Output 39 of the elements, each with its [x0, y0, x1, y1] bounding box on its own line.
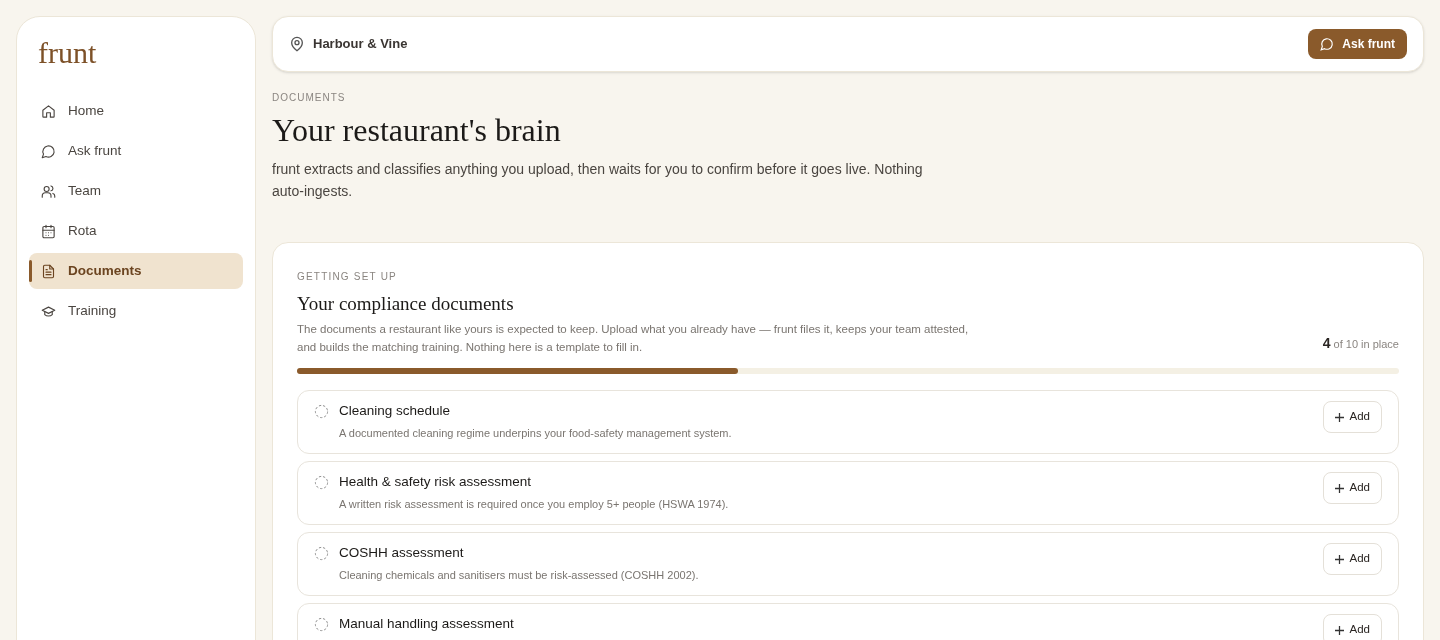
document-description: A documented cleaning regime underpins your food-safety management system.	[339, 426, 732, 441]
add-button[interactable]: Add	[1322, 543, 1382, 575]
document-description: A written risk assessment is required once you employ 5+ people (HSWA 1974).	[339, 497, 729, 512]
nav-item[interactable]: Ask frunt	[29, 133, 243, 169]
home-icon	[41, 103, 56, 119]
plus-icon	[1334, 625, 1344, 635]
people-icon	[41, 183, 56, 199]
document-title: Cleaning schedule	[339, 402, 452, 420]
add-button[interactable]: Add	[1322, 401, 1382, 433]
add-button[interactable]: Add	[1322, 614, 1382, 640]
plus-icon	[1334, 554, 1344, 564]
progress-count: 4 of 10 in place	[1322, 334, 1399, 353]
card-description: The documents a restaurant like yours is expected to keep. Upload what you already have — frunt files it, keeps your team attested, and builds the matching training. Nothing here is a template to fill in.	[297, 322, 970, 355]
document-icon	[41, 263, 56, 279]
logo: frunt	[37, 35, 98, 71]
calendar-icon	[41, 223, 56, 239]
nav-item[interactable]: Team	[29, 173, 243, 209]
card-title: Your compliance documents	[297, 292, 515, 316]
add-button[interactable]: Add	[1322, 472, 1382, 504]
document-title: Health & safety risk assessment	[339, 473, 533, 491]
chat-bubble-icon	[1320, 37, 1335, 51]
page-title: Your restaurant's brain	[272, 111, 562, 150]
nav-item[interactable]: Home	[29, 93, 243, 129]
section-eyebrow: DOCUMENTS	[272, 91, 346, 105]
map-pin-icon	[289, 36, 305, 52]
graduation-cap-icon	[41, 303, 56, 319]
card-eyebrow: GETTING SET UP	[297, 271, 397, 283]
document-description: Cleaning chemicals and sanitisers must be risk-assessed (COSHH 2002).	[339, 568, 699, 583]
page-description: frunt extracts and classifies anything you upload, then waits for you to confirm before it goes live. Nothing auto-ingests.	[272, 160, 924, 201]
nav-item[interactable]: Rota	[29, 213, 243, 249]
document-title: Manual handling assessment	[339, 615, 514, 633]
plus-icon	[1334, 412, 1344, 422]
nav-item[interactable]: Training	[29, 293, 243, 329]
location-name: Harbour & Vine	[313, 35, 408, 54]
document-title: COSHH assessment	[339, 544, 465, 562]
nav-item[interactable]: Documents	[29, 253, 243, 289]
chat-bubble-icon	[41, 143, 56, 159]
plus-icon	[1334, 483, 1344, 493]
ask-button[interactable]: Ask frunt	[1308, 29, 1407, 59]
